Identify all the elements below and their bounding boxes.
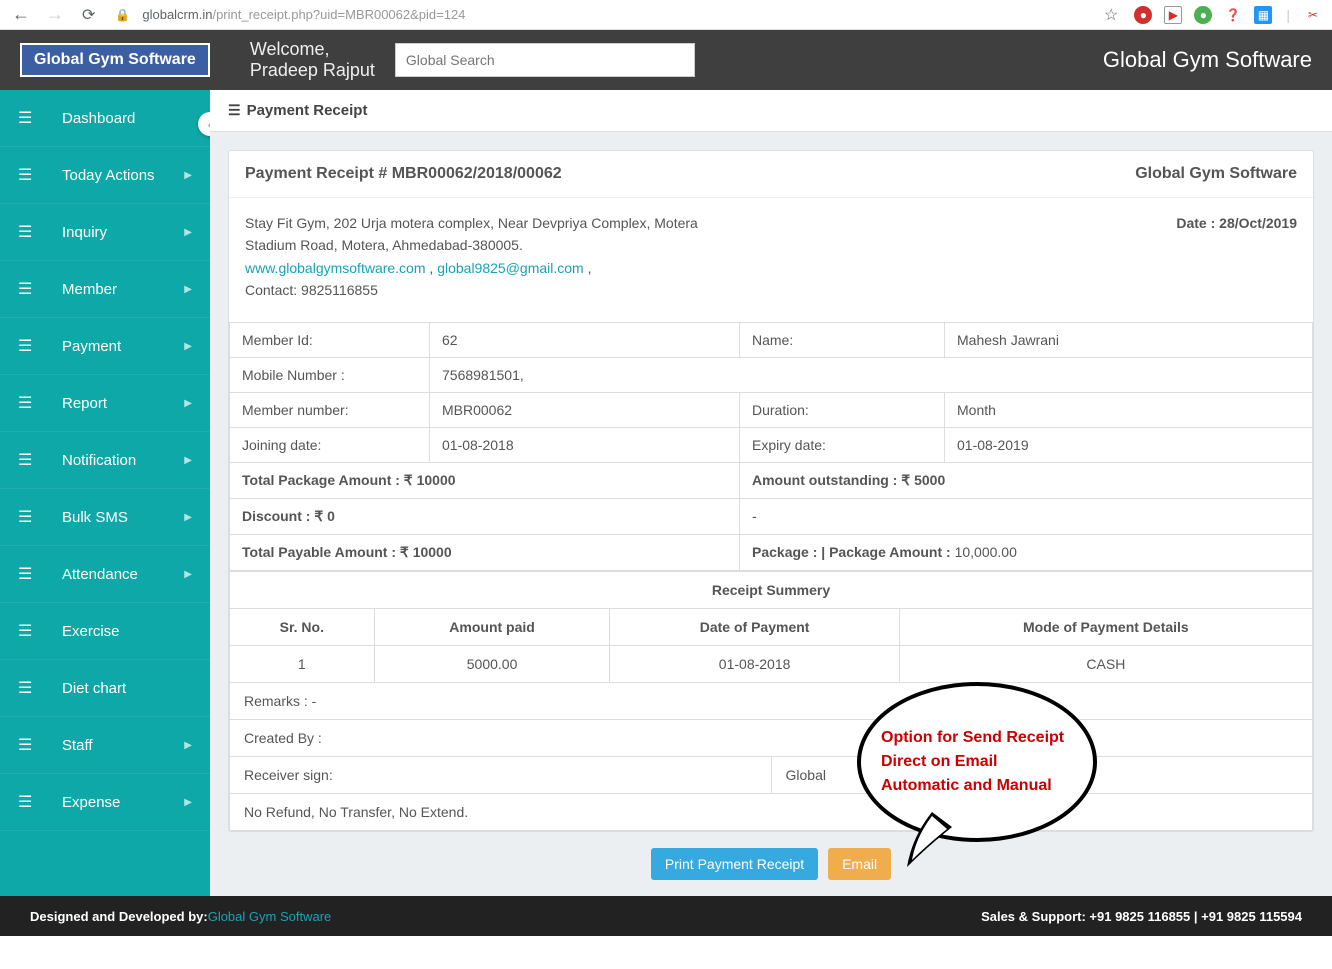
sidebar-item-attendance[interactable]: ☰ Attendance▶ — [0, 546, 210, 603]
created-by-row: Created By : — [229, 720, 1313, 757]
list-icon: ☰ — [18, 621, 42, 641]
sidebar-item-diet-chart[interactable]: ☰ Diet chart — [0, 660, 210, 717]
sidebar-item-today-actions[interactable]: ☰ Today Actions▶ — [0, 147, 210, 204]
list-icon: ☰ — [18, 336, 42, 356]
sidebar-item-label: Bulk SMS — [62, 509, 184, 526]
chevron-right-icon: ▶ — [184, 284, 192, 295]
reload-icon[interactable]: ⟳ — [76, 5, 101, 25]
sidebar-item-label: Expense — [62, 794, 184, 811]
list-icon: ☰ — [18, 735, 42, 755]
email-button[interactable]: Email — [828, 848, 891, 880]
list-icon: ☰ — [18, 279, 42, 299]
extension-icon[interactable]: ✂ — [1304, 6, 1322, 24]
sidebar-item-label: Member — [62, 281, 184, 298]
list-icon: ☰ — [18, 450, 42, 470]
extension-icon[interactable]: ● — [1134, 6, 1152, 24]
list-icon: ☰ — [18, 108, 42, 128]
browser-toolbar: ← → ⟳ 🔒 globalcrm.in/print_receipt.php?u… — [0, 0, 1332, 30]
sidebar-item-label: Payment — [62, 338, 184, 355]
app-logo[interactable]: Global Gym Software — [20, 43, 210, 77]
page-title-bar: ☰ Payment Receipt — [210, 90, 1332, 132]
print-receipt-button[interactable]: Print Payment Receipt — [651, 848, 818, 880]
footer-support: Sales & Support: +91 9825 116855 | +91 9… — [981, 909, 1302, 924]
list-icon: ☰ — [18, 564, 42, 584]
chevron-right-icon: ▶ — [184, 569, 192, 580]
url-host: globalcrm.in — [142, 7, 212, 22]
list-icon: ☰ — [18, 222, 42, 242]
extension-icon[interactable]: ▦ — [1254, 6, 1272, 24]
chevron-right-icon: ▶ — [184, 797, 192, 808]
chevron-right-icon: ▶ — [184, 455, 192, 466]
global-search-input[interactable] — [395, 43, 695, 77]
chevron-right-icon: ▶ — [184, 398, 192, 409]
table-row: 1 5000.00 01-08-2018 CASH — [230, 645, 1313, 682]
sidebar-item-payment[interactable]: ☰ Payment▶ — [0, 318, 210, 375]
footer-link[interactable]: Global Gym Software — [208, 909, 332, 924]
refund-note: No Refund, No Transfer, No Extend. — [229, 794, 1313, 831]
sidebar-item-label: Diet chart — [62, 680, 192, 697]
back-icon[interactable]: ← — [8, 4, 34, 25]
sidebar-item-label: Staff — [62, 737, 184, 754]
sidebar-item-member[interactable]: ☰ Member▶ — [0, 261, 210, 318]
sidebar-item-expense[interactable]: ☰ Expense▶ — [0, 774, 210, 831]
chevron-right-icon: ▶ — [184, 512, 192, 523]
brand-heading: Global Gym Software — [1135, 165, 1297, 183]
list-icon: ☰ — [18, 507, 42, 527]
sidebar-item-report[interactable]: ☰ Report▶ — [0, 375, 210, 432]
brand-text: Global Gym Software — [1103, 47, 1312, 73]
receipt-panel: Payment Receipt # MBR00062/2018/00062 Gl… — [228, 150, 1314, 832]
forward-icon[interactable]: → — [42, 4, 68, 25]
receiver-sign: Receiver sign: — [229, 757, 771, 794]
extension-icon[interactable]: ❓ — [1224, 6, 1242, 24]
sidebar-item-inquiry[interactable]: ☰ Inquiry▶ — [0, 204, 210, 261]
sidebar-item-notification[interactable]: ☰ Notification▶ — [0, 432, 210, 489]
app-footer: Designed and Developed by: Global Gym So… — [0, 896, 1332, 936]
sidebar: ‹ ☰Dashboard☰Today Actions▶☰Inquiry▶☰Mem… — [0, 90, 210, 896]
main-content: ☰ Payment Receipt Payment Receipt # MBR0… — [210, 90, 1332, 896]
speech-tail-icon — [902, 812, 962, 872]
sidebar-item-label: Attendance — [62, 566, 184, 583]
gym-info: Stay Fit Gym, 202 Urja motera complex, N… — [245, 212, 745, 302]
website-link[interactable]: www.globalgymsoftware.com — [245, 260, 426, 276]
details-table: Member Id: 62 Name: Mahesh Jawrani Mobil… — [229, 322, 1313, 571]
annotation-callout: Option for Send Receipt Direct on Email … — [857, 682, 1097, 842]
bookmark-star-icon[interactable]: ☆ — [1098, 5, 1124, 25]
receipt-heading: Payment Receipt # MBR00062/2018/00062 — [245, 165, 562, 183]
page-title: Payment Receipt — [247, 102, 368, 119]
list-icon: ☰ — [18, 678, 42, 698]
sidebar-item-staff[interactable]: ☰ Staff▶ — [0, 717, 210, 774]
url-bar[interactable]: globalcrm.in/print_receipt.php?uid=MBR00… — [138, 7, 1090, 22]
list-icon: ☰ — [18, 393, 42, 413]
chevron-right-icon: ▶ — [184, 227, 192, 238]
url-path: /print_receipt.php?uid=MBR00062&pid=124 — [212, 7, 465, 22]
remarks-row: Remarks : - — [229, 683, 1313, 720]
sidebar-item-exercise[interactable]: ☰ Exercise — [0, 603, 210, 660]
sidebar-item-bulk-sms[interactable]: ☰ Bulk SMS▶ — [0, 489, 210, 546]
sidebar-item-label: Inquiry — [62, 224, 184, 241]
receipt-summary-table: Receipt Summery Sr. No. Amount paid Date… — [229, 571, 1313, 683]
list-icon: ☰ — [18, 165, 42, 185]
welcome-text: Welcome, Pradeep Rajput — [250, 39, 375, 81]
extension-icon[interactable]: ▶ — [1164, 6, 1182, 24]
sidebar-item-label: Today Actions — [62, 167, 184, 184]
sidebar-item-label: Report — [62, 395, 184, 412]
sidebar-item-dashboard[interactable]: ☰ Dashboard — [0, 90, 210, 147]
sidebar-item-label: Dashboard — [62, 110, 192, 127]
chevron-right-icon: ▶ — [184, 341, 192, 352]
chevron-right-icon: ▶ — [184, 740, 192, 751]
chevron-right-icon: ▶ — [184, 170, 192, 181]
hamburger-icon[interactable]: ☰ — [228, 102, 241, 119]
sidebar-item-label: Exercise — [62, 623, 192, 640]
email-link[interactable]: global9825@gmail.com — [437, 260, 584, 276]
sidebar-item-label: Notification — [62, 452, 184, 469]
app-header: Global Gym Software Welcome, Pradeep Raj… — [0, 30, 1332, 90]
receipt-date: Date : 28/Oct/2019 — [1176, 212, 1297, 302]
extension-icon[interactable]: ● — [1194, 6, 1212, 24]
lock-icon: 🔒 — [115, 8, 130, 22]
list-icon: ☰ — [18, 792, 42, 812]
